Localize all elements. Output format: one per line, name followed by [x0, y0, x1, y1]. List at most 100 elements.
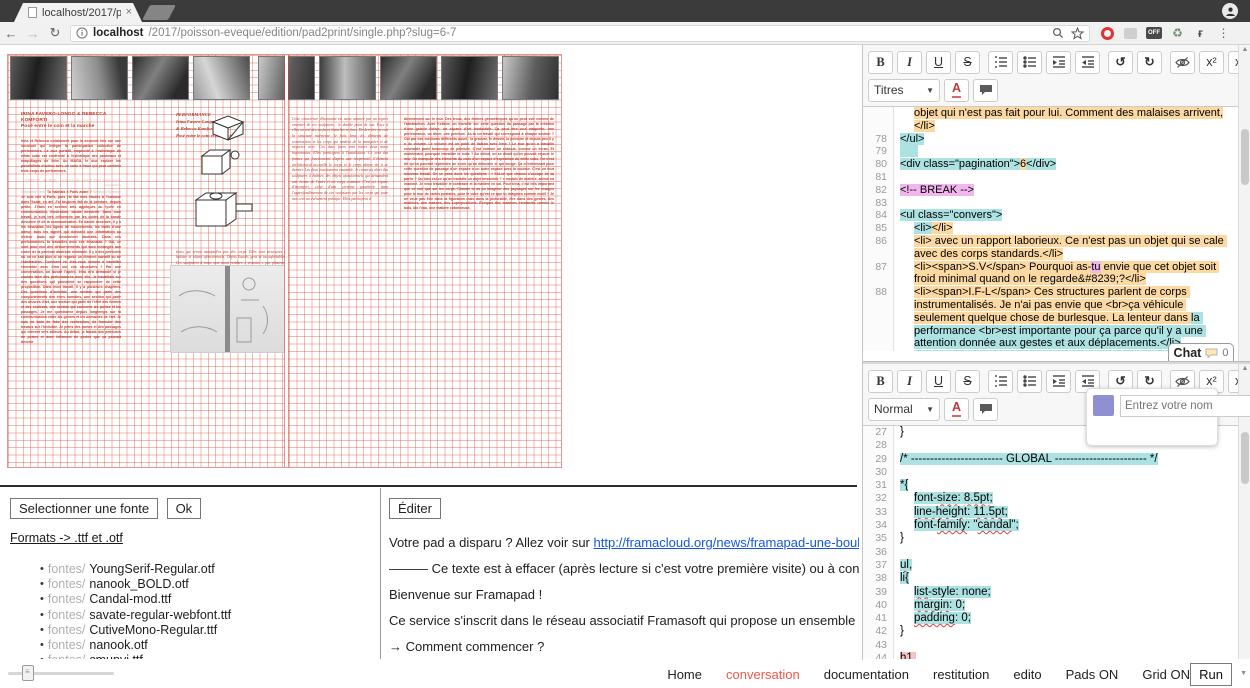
browser-titlebar: localhost/2017/poi × [0, 0, 1250, 22]
dialog-text: Je suis née à Paris, puis j'ai fait mes … [21, 195, 121, 343]
zoom-slider-handle[interactable] [22, 665, 34, 681]
nav-link-edito[interactable]: edito [1013, 667, 1041, 682]
formats-link[interactable]: Formats -> .ttf et .otf [10, 531, 123, 545]
zoom-slider[interactable] [8, 672, 114, 675]
browser-menu-icon[interactable]: ⋮ [1216, 26, 1231, 41]
font-list-item: •fontes/savate-regular-webfont.ttf [40, 607, 379, 622]
underline-button[interactable]: U [926, 51, 951, 74]
photo-thumbnail [71, 56, 128, 100]
user-color-swatch[interactable] [1093, 395, 1114, 416]
nav-link-documentation[interactable]: documentation [824, 667, 909, 682]
outdent-button[interactable] [1075, 51, 1100, 74]
font-list-item: •fontes/nanook_BOLD.otf [40, 576, 379, 591]
photo-thumbnail [10, 56, 67, 100]
username-panel [1086, 388, 1218, 446]
opera-extension-icon[interactable] [1100, 26, 1115, 41]
gray-extension-icon[interactable] [1123, 26, 1138, 41]
bold-button[interactable]: B [868, 370, 893, 393]
spread-column-right-serif: Cette conscience d'humanité est aussi am… [292, 117, 388, 459]
address-bar[interactable]: localhost /2017/poisson-eveque/edition/p… [70, 25, 1090, 42]
run-button[interactable]: Run [1190, 663, 1232, 686]
code-line: 38li{ [863, 572, 1250, 585]
code-line: 41padding: 0; [863, 612, 1250, 625]
unordered-list-button[interactable] [1017, 51, 1042, 74]
html-pad-editor: B I U S ↺ ↻ x² [863, 45, 1250, 362]
nav-link-home[interactable]: Home [667, 667, 702, 682]
page-edge [284, 55, 285, 467]
framacloud-link[interactable]: http://framacloud.org/news/framapad-une-… [594, 535, 859, 550]
site-nav-links: Home conversation documentation restitution… [667, 660, 1190, 688]
font-color-button[interactable]: A [944, 398, 969, 421]
indent-button[interactable] [1046, 51, 1071, 74]
font-list-item: •fontes/nanook.otf [40, 637, 379, 652]
speaker-name: Stéphanie Verin [21, 190, 47, 194]
info-icon[interactable] [76, 27, 88, 39]
reload-button[interactable]: ↻ [44, 25, 66, 41]
chat-tab[interactable]: Chat 0 [1168, 343, 1234, 361]
html-code-area[interactable]: objet qui n'est pas fait pour lui. Comme… [863, 107, 1250, 351]
zoom-icon[interactable] [1052, 27, 1064, 39]
select-font-button[interactable]: Selectionner une fonte [10, 498, 158, 519]
italic-button[interactable]: I [897, 370, 922, 393]
ok-button[interactable]: Ok [167, 498, 202, 519]
code-line: 43 [863, 639, 1250, 652]
pad-howto-text: → Comment commencer ? [389, 639, 859, 654]
fonts-panel: Selectionner une fonte Ok Formats -> .tt… [0, 488, 379, 659]
code-line: 30 [863, 466, 1250, 479]
code-line: 34font-family: "candal"; [863, 519, 1250, 532]
editor1-scrollbar[interactable]: ▲ [1238, 45, 1250, 361]
undo-button[interactable]: ↺ [1108, 51, 1133, 74]
strikethrough-button[interactable]: S [955, 370, 980, 393]
forward-button[interactable]: → [22, 26, 44, 41]
article-intro: Irina et Rebecca collaborent pour la sec… [21, 139, 121, 174]
font-color-button[interactable]: A [944, 79, 969, 102]
unordered-list-button[interactable] [1017, 370, 1042, 393]
gnome-foot-extension-icon[interactable]: ғ [1193, 26, 1208, 41]
chat-bubble-icon [1205, 348, 1218, 358]
code-line: 36 [863, 546, 1250, 559]
heading-dropdown[interactable]: Normal▼ [868, 398, 940, 421]
edit-button[interactable]: Éditer [389, 498, 441, 519]
strikethrough-button[interactable]: S [955, 51, 980, 74]
authorship-colors-button[interactable] [1170, 51, 1195, 74]
bookmark-star-icon[interactable] [1071, 27, 1084, 40]
code-line: 32font-size: 8.5pt; [863, 492, 1250, 505]
heading-dropdown[interactable]: Titres▼ [868, 79, 940, 102]
nav-link-pads-on[interactable]: Pads ON [1066, 667, 1119, 682]
ordered-list-button[interactable] [988, 51, 1013, 74]
browser-tab[interactable]: localhost/2017/poi × [14, 3, 142, 22]
print-spread-preview: IRINA FAVERO-LONGO & REBECCA KOMFORTI Po… [8, 55, 561, 467]
back-button[interactable]: ← [0, 26, 22, 41]
italic-button[interactable]: I [897, 51, 922, 74]
code-line: 79 [863, 145, 1250, 158]
dialog-text: Tu habitais à Paris avant ? [47, 190, 92, 194]
code-line: 86<li> avec un rapport laborieux. Ce n'e… [863, 235, 1250, 261]
photo-thumbnail [502, 56, 559, 100]
horizontal-divider [0, 485, 857, 487]
page-edge [288, 55, 289, 467]
page-content: IRINA FAVERO-LONGO & REBECCA KOMFORTI Po… [0, 45, 1250, 688]
nav-link-grid-on[interactable]: Grid ON [1142, 667, 1190, 682]
css-code-area[interactable]: 27}2829/* ------------------------ GLOBA… [863, 426, 1250, 659]
indent-button[interactable] [1046, 370, 1071, 393]
username-input[interactable] [1120, 395, 1250, 417]
new-tab-button[interactable] [142, 5, 176, 20]
underline-button[interactable]: U [926, 370, 951, 393]
code-line: 40margin: 0; [863, 599, 1250, 612]
redo-button[interactable]: ↻ [1137, 51, 1162, 74]
tab-close-icon[interactable]: × [126, 7, 132, 18]
spread-column-right-sans: directement sur le mur. Des trous, des f… [404, 117, 554, 459]
off-extension-icon[interactable]: OFF [1146, 27, 1162, 39]
comment-button[interactable] [973, 79, 998, 102]
recycle-extension-icon[interactable]: ♻ [1170, 26, 1185, 41]
scroll-down-icon[interactable]: ▼ [1240, 670, 1247, 677]
pad-lost-text: Votre pad a disparu ? Allez voir sur htt… [389, 535, 859, 550]
nav-link-restitution[interactable]: restitution [933, 667, 989, 682]
bold-button[interactable]: B [868, 51, 893, 74]
profile-icon[interactable] [1222, 3, 1238, 19]
comment-button[interactable] [973, 398, 998, 421]
margin-note: 13/04/17. Au MAGA, sandwich au poulet Po… [21, 178, 121, 187]
nav-link-conversation[interactable]: conversation [726, 667, 800, 682]
ordered-list-button[interactable] [988, 370, 1013, 393]
superscript-button[interactable]: x² [1199, 51, 1224, 74]
